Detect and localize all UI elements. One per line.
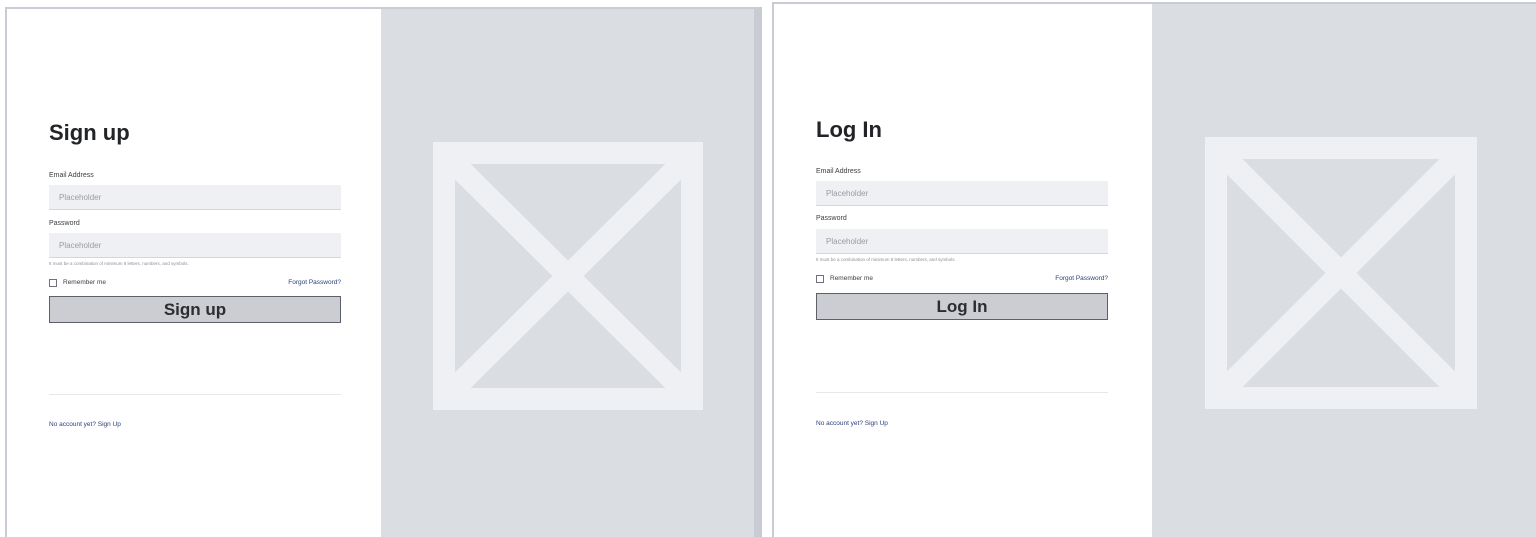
password-label: Password	[49, 220, 80, 227]
forgot-password-link[interactable]: Forgot Password?	[1055, 275, 1108, 282]
password-field[interactable]	[49, 233, 341, 258]
login-button[interactable]: Log In	[816, 293, 1108, 320]
signup-link[interactable]: No account yet? Sign Up	[49, 421, 121, 428]
remember-checkbox[interactable]	[49, 279, 57, 287]
remember-row: Remember me Forgot Password?	[816, 275, 1108, 285]
hero-image-area	[381, 9, 754, 537]
divider	[49, 394, 341, 395]
remember-label: Remember me	[63, 279, 106, 286]
remember-label: Remember me	[830, 275, 873, 282]
remember-checkbox[interactable]	[816, 275, 824, 283]
signup-screen: Sign up Email Address Password It must b…	[5, 7, 762, 537]
email-label: Email Address	[49, 172, 94, 179]
email-field[interactable]	[816, 181, 1108, 206]
password-hint: It must be a combination of minimum 8 le…	[816, 257, 956, 262]
login-screen: Log In Email Address Password It must be…	[772, 2, 1536, 537]
signup-form: Sign up Email Address Password It must b…	[7, 9, 381, 537]
signup-button[interactable]: Sign up	[49, 296, 341, 323]
password-label: Password	[816, 215, 847, 222]
signup-link[interactable]: No account yet? Sign Up	[816, 420, 888, 427]
remember-row: Remember me Forgot Password?	[49, 279, 341, 289]
page-title: Log In	[816, 117, 882, 142]
image-placeholder-icon	[433, 142, 703, 410]
password-field[interactable]	[816, 229, 1108, 254]
password-hint: It must be a combination of minimum 8 le…	[49, 261, 189, 266]
email-label: Email Address	[816, 168, 861, 175]
page-title: Sign up	[49, 120, 130, 145]
login-form: Log In Email Address Password It must be…	[774, 4, 1152, 537]
forgot-password-link[interactable]: Forgot Password?	[288, 279, 341, 286]
divider	[816, 392, 1108, 393]
image-placeholder-icon	[1205, 137, 1477, 409]
panel-edge	[754, 9, 760, 537]
email-field[interactable]	[49, 185, 341, 210]
hero-image-area	[1152, 4, 1536, 537]
